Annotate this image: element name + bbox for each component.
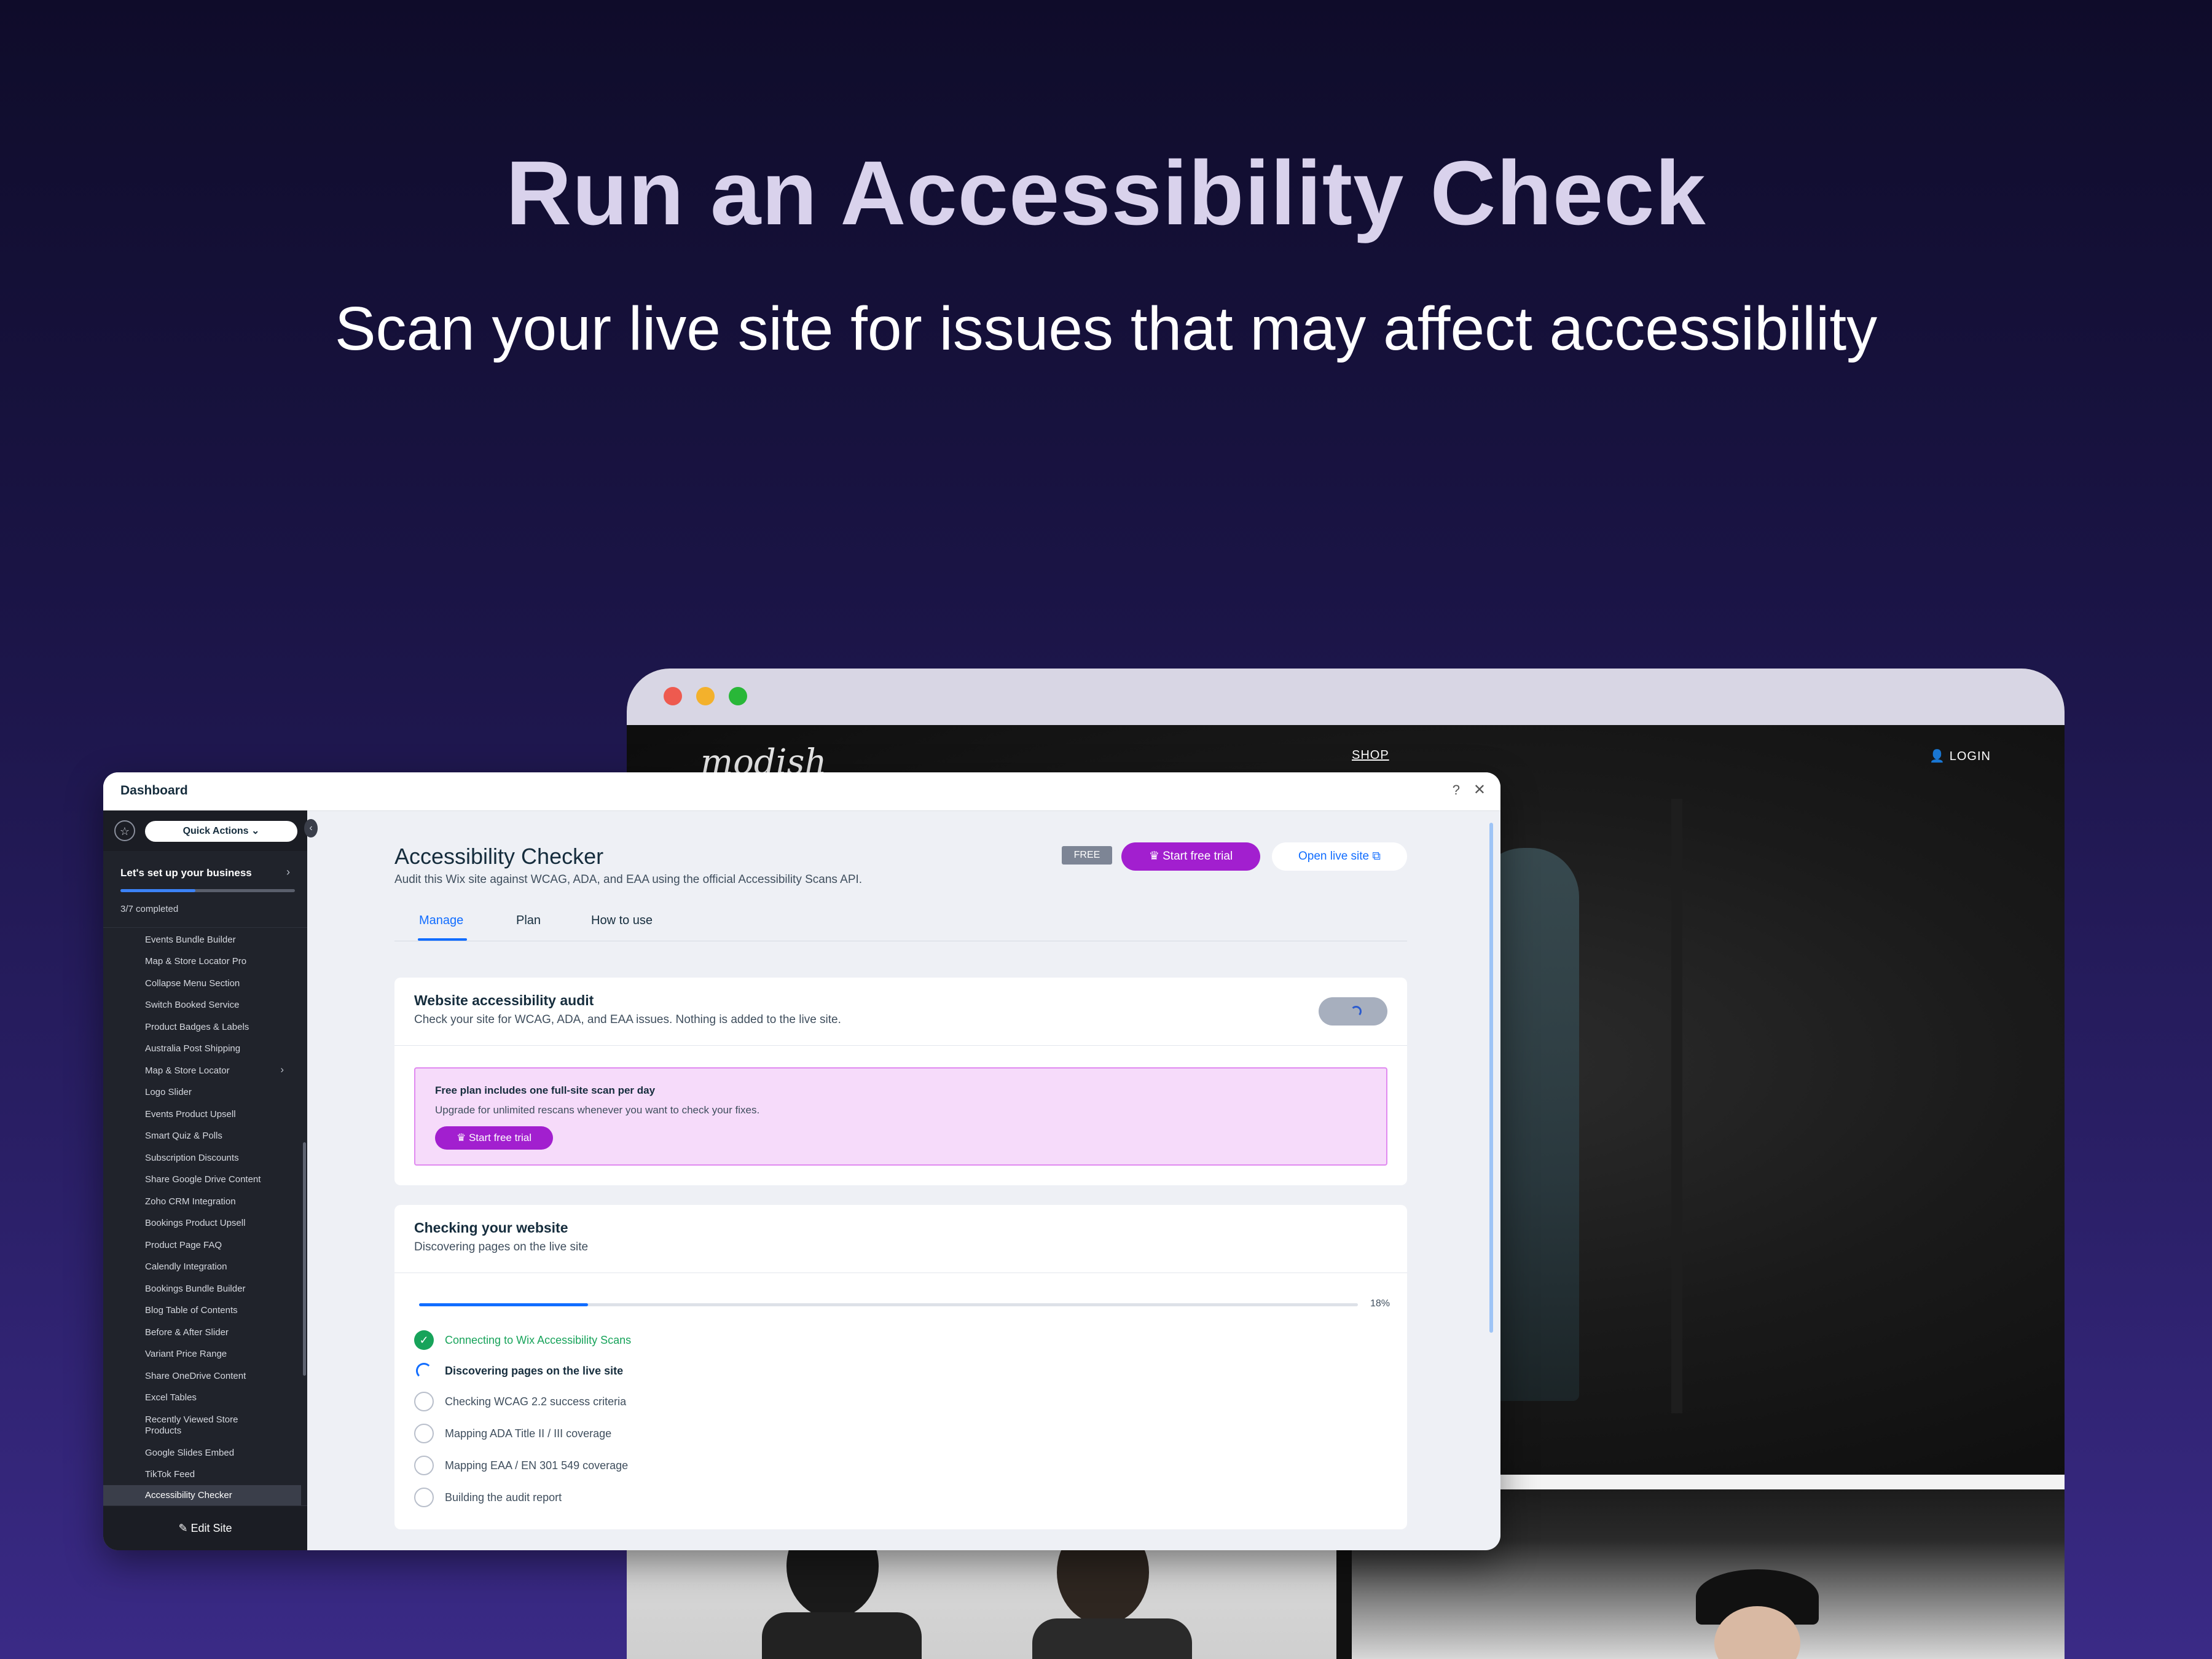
loading-spinner-icon (416, 1363, 432, 1379)
site-login-label: LOGIN (1949, 750, 1991, 763)
plan-badge: FREE (1062, 846, 1112, 865)
sidebar-item[interactable]: Blog Table of Contents (145, 1305, 297, 1316)
promo-title: Free plan includes one full-site scan pe… (435, 1084, 656, 1096)
empty-circle-icon (414, 1424, 434, 1443)
audit-card-title: Website accessibility audit (414, 992, 594, 1008)
empty-circle-icon (414, 1488, 434, 1507)
open-live-site-button[interactable]: Open live site ⧉ (1272, 842, 1407, 871)
sidebar-app-list: Events Bundle Builder Map & Store Locato… (103, 927, 307, 1506)
sidebar-item[interactable]: Share Google Drive Content (145, 1174, 297, 1185)
scan-progress-bar (419, 1303, 1358, 1306)
step-label: Connecting to Wix Accessibility Scans (445, 1334, 632, 1346)
close-window-dot[interactable] (664, 687, 682, 705)
model-jacket-shape (762, 1612, 922, 1659)
sidebar-item[interactable]: Product Badges & Labels (145, 1022, 297, 1033)
sidebar-item[interactable]: Events Product Upsell (145, 1109, 297, 1120)
scan-progress-percent: 18% (1370, 1298, 1390, 1309)
sidebar-item[interactable]: Smart Quiz & Polls (145, 1131, 297, 1142)
sidebar-item[interactable]: TikTok Feed (145, 1469, 297, 1480)
sidebar-item[interactable]: Excel Tables (145, 1392, 297, 1403)
tab-manage[interactable]: Manage (419, 914, 463, 928)
dashboard-window: Dashboard ? ✕ ☆ Quick Actions ⌄ Let's se… (103, 772, 1500, 1550)
sidebar-item[interactable]: Calendly Integration (145, 1261, 297, 1273)
edit-site-button[interactable]: ✎ Edit Site (103, 1522, 307, 1535)
free-plan-notice: Free plan includes one full-site scan pe… (414, 1067, 1387, 1166)
step-label: Building the audit report (445, 1491, 562, 1504)
model-jacket-shape (1032, 1618, 1192, 1659)
user-icon: 👤 (1929, 750, 1946, 763)
setup-progress-bar (120, 889, 295, 892)
main-scrollbar[interactable] (1489, 823, 1493, 1333)
sidebar-item[interactable]: Map & Store Locator Pro (145, 956, 297, 967)
progress-card-title: Checking your website (414, 1220, 568, 1236)
sidebar-item[interactable]: Product Page FAQ (145, 1240, 297, 1251)
setup-progress-fill (120, 889, 196, 892)
page-description: Audit this Wix site against WCAG, ADA, a… (394, 873, 863, 886)
start-free-trial-button[interactable]: ♛ Start free trial (1121, 842, 1260, 871)
audit-card-subtitle: Check your site for WCAG, ADA, and EAA i… (414, 1013, 841, 1026)
sidebar-item[interactable]: Google Slides Embed (145, 1448, 297, 1459)
tab-bar: Manage Plan How to use (394, 909, 1407, 941)
sidebar-item[interactable]: Map & Store Locator (145, 1065, 297, 1077)
sidebar-item[interactable]: Before & After Slider (145, 1327, 297, 1338)
sidebar-item[interactable]: Bookings Bundle Builder (145, 1284, 297, 1295)
sidebar-item[interactable]: Collapse Menu Section (145, 978, 297, 989)
sidebar-item[interactable]: Bookings Product Upsell (145, 1218, 297, 1229)
close-icon[interactable]: ✕ (1473, 781, 1486, 799)
setup-count: 3/7 completed (120, 904, 179, 914)
setup-business-panel[interactable]: Let's set up your business › 3/7 complet… (103, 851, 307, 928)
hero-subtitle: Scan your live site for issues that may … (334, 294, 1878, 363)
sidebar-item[interactable]: Recently Viewed Store Products (145, 1414, 268, 1437)
audit-card: Website accessibility audit Check your s… (394, 978, 1407, 1185)
loading-spinner-icon (1351, 1006, 1362, 1017)
tab-plan[interactable]: Plan (516, 914, 541, 928)
chevron-right-icon: › (280, 1064, 284, 1075)
sidebar-item[interactable]: Australia Post Shipping (145, 1043, 297, 1054)
step-label: Checking WCAG 2.2 success criteria (445, 1395, 627, 1408)
sidebar-item[interactable]: Switch Booked Service (145, 1000, 297, 1011)
check-circle-icon: ✓ (414, 1330, 434, 1350)
card-divider (394, 1045, 1407, 1046)
step-label: Discovering pages on the live site (445, 1365, 624, 1377)
sidebar-item[interactable]: Subscription Discounts (145, 1153, 297, 1164)
promo-text: Upgrade for unlimited rescans whenever y… (435, 1104, 760, 1116)
dashboard-title: Dashboard (120, 783, 188, 798)
hero-title: Run an Accessibility Check (506, 143, 1706, 244)
maximize-window-dot[interactable] (729, 687, 747, 705)
progress-card: Checking your website Discovering pages … (394, 1205, 1407, 1529)
browser-titlebar (627, 669, 2065, 725)
sidebar-footer: ✎ Edit Site (103, 1505, 307, 1550)
main-content: Accessibility Checker Audit this Wix sit… (307, 810, 1500, 1550)
chevron-right-icon: › (286, 866, 290, 878)
sidebar-item[interactable]: Zoho CRM Integration (145, 1196, 297, 1207)
active-tab-indicator (418, 938, 467, 941)
page-title: Accessibility Checker (394, 844, 604, 869)
sidebar-item[interactable]: Logo Slider (145, 1087, 297, 1098)
dashboard-titlebar: Dashboard ? ✕ (103, 772, 1500, 811)
step-label: Mapping ADA Title II / III coverage (445, 1427, 612, 1440)
star-icon[interactable]: ☆ (114, 820, 135, 841)
promo-start-trial-button[interactable]: ♛ Start free trial (435, 1126, 553, 1150)
step-label: Mapping EAA / EN 301 549 coverage (445, 1459, 629, 1472)
site-nav-shop[interactable]: SHOP (1352, 748, 1389, 763)
sidebar-item[interactable]: Variant Price Range (145, 1349, 297, 1360)
site-nav-login[interactable]: 👤 LOGIN (1929, 748, 1991, 764)
site-photo-pole (1671, 799, 1682, 1413)
tab-how-to-use[interactable]: How to use (591, 914, 653, 928)
quick-actions-button[interactable]: Quick Actions ⌄ (145, 821, 297, 842)
setup-title: Let's set up your business (120, 867, 252, 879)
sidebar-header: ☆ Quick Actions ⌄ (103, 810, 307, 851)
minimize-window-dot[interactable] (696, 687, 715, 705)
empty-circle-icon (414, 1456, 434, 1475)
progress-card-subtitle: Discovering pages on the live site (414, 1241, 589, 1253)
sidebar-item[interactable]: Events Bundle Builder (145, 935, 297, 946)
audit-toggle[interactable] (1319, 997, 1387, 1026)
sidebar-item-accessibility-checker[interactable]: Accessibility Checker (103, 1485, 301, 1506)
sidebar-item[interactable]: Share OneDrive Content (145, 1371, 297, 1382)
sidebar-scrollbar[interactable] (303, 1142, 306, 1376)
empty-circle-icon (414, 1392, 434, 1411)
sidebar: ☆ Quick Actions ⌄ Let's set up your busi… (103, 810, 307, 1550)
scan-progress-fill (419, 1303, 589, 1306)
help-icon[interactable]: ? (1453, 782, 1460, 798)
